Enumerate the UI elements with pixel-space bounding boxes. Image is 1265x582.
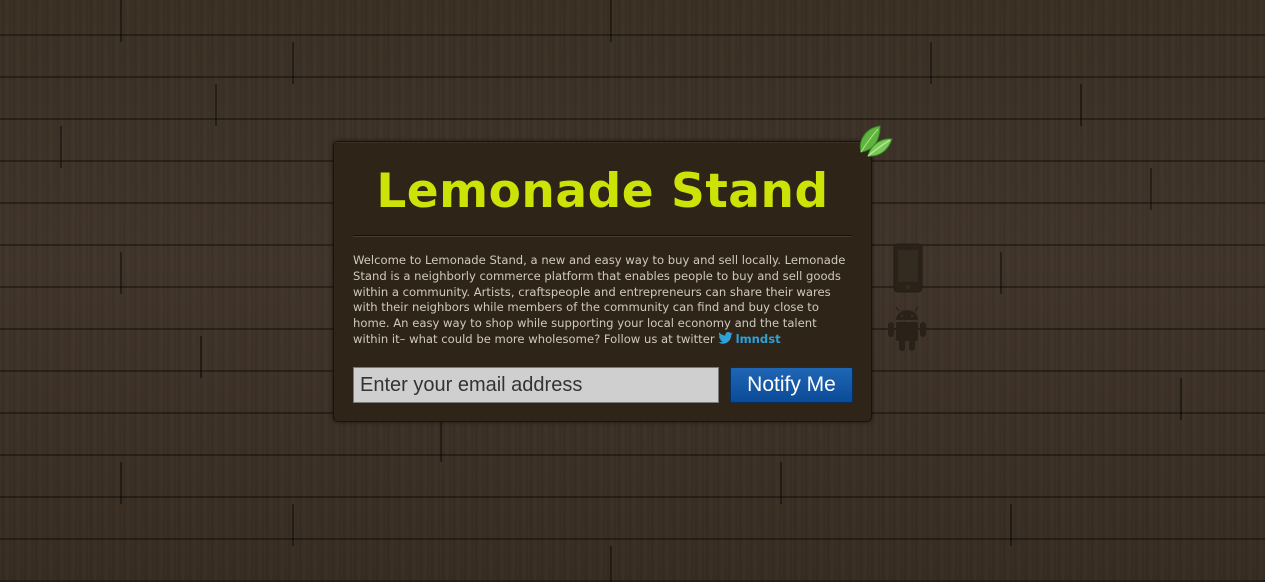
page-title: Lemonade Stand [376,164,829,219]
email-input[interactable] [353,367,719,403]
notify-me-button[interactable]: Notify Me [730,367,853,403]
signup-card: Lemonade Stand Welcome to Lemonade Stand… [333,141,872,422]
android-icon [888,306,926,351]
twitter-handle-link[interactable]: lmndst [736,332,781,346]
description-text: Welcome to Lemonade Stand, a new and eas… [353,253,853,348]
leaf-icon [859,125,893,157]
divider [353,235,852,237]
twitter-bird-icon [717,331,733,344]
phone-icon [893,243,923,293]
